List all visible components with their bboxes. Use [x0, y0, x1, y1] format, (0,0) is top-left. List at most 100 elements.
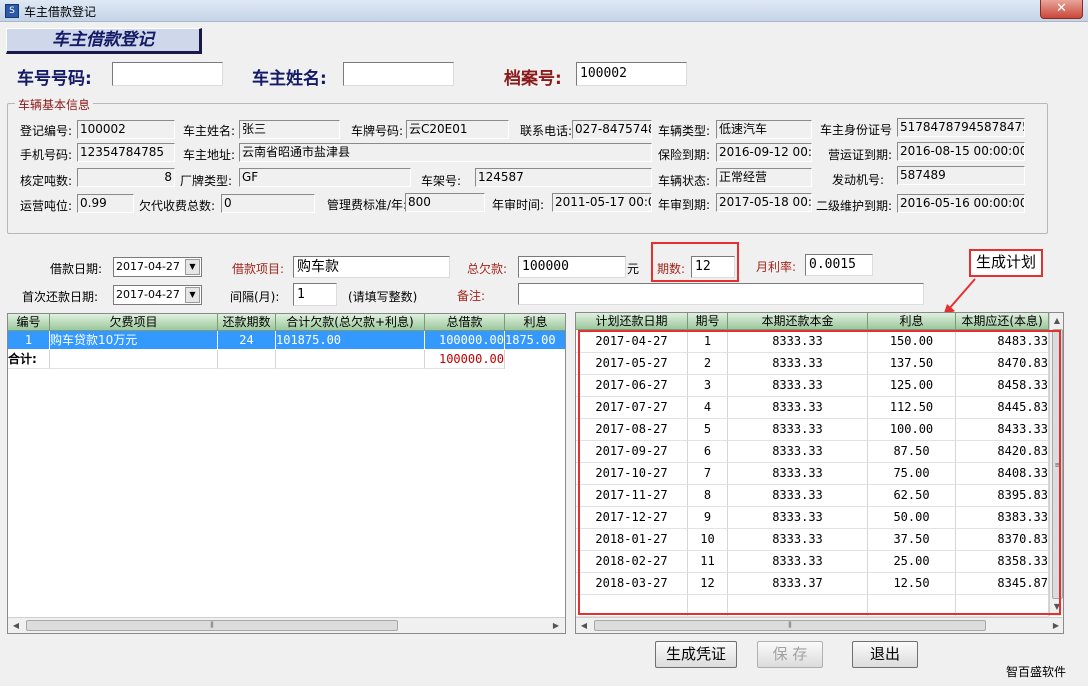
plan-header-period[interactable]: 期号: [688, 313, 728, 330]
table-row[interactable]: 2018-01-27 10 8333.33 37.50 8370.83: [576, 529, 1049, 551]
reg-no-label: 登记编号:: [20, 124, 73, 138]
table-row[interactable]: 2017-04-27 1 8333.33 150.00 8483.33: [576, 331, 1049, 353]
generate-plan-button[interactable]: 生成计划: [969, 249, 1043, 277]
owner-name-field[interactable]: 张三: [239, 120, 340, 139]
plan-grid-vscroll[interactable]: ▲ ≡ ▼: [1049, 313, 1063, 616]
rate-input[interactable]: 0.0015: [805, 254, 873, 276]
scroll-thumb[interactable]: ⫼: [594, 620, 986, 631]
table-row[interactable]: 2017-08-27 5 8333.33 100.00 8433.33: [576, 419, 1049, 441]
mgmt-label: 管理费标准/年:: [327, 198, 408, 212]
loan-item-input[interactable]: 购车款: [293, 256, 450, 278]
generate-voucher-button[interactable]: 生成凭证: [655, 641, 737, 668]
plan-cell-principal: 8333.33: [728, 353, 868, 375]
mobile-field[interactable]: 12354784785: [77, 143, 175, 162]
periods-input[interactable]: 12: [691, 256, 735, 278]
total-debt-input[interactable]: 100000: [518, 256, 626, 278]
plan-cell-period: 1: [688, 331, 728, 353]
scroll-down-icon[interactable]: ▼: [1051, 601, 1063, 613]
table-row[interactable]: 2017-06-27 3 8333.33 125.00 8458.33: [576, 375, 1049, 397]
scroll-left-icon[interactable]: ◀: [10, 620, 22, 632]
interval-input[interactable]: 1: [293, 283, 337, 306]
file-no-label: 档案号:: [504, 69, 562, 89]
table-row[interactable]: 2018-03-27 12 8333.37 12.50 8345.87: [576, 573, 1049, 595]
table-row[interactable]: 2018-02-27 11 8333.33 25.00 8358.33: [576, 551, 1049, 573]
file-no-input[interactable]: 100002: [576, 62, 687, 86]
brand-field[interactable]: GF: [239, 168, 411, 187]
status-field[interactable]: 正常经营: [716, 168, 812, 187]
page-title: 车主借款登记: [6, 28, 202, 54]
plan-cell-due: 8445.83: [956, 397, 1049, 419]
window-title: 车主借款登记: [24, 5, 97, 19]
scroll-left-icon[interactable]: ◀: [578, 620, 590, 632]
plan-cell-period: 12: [688, 573, 728, 595]
permit-field[interactable]: 2016-08-15 00:00:00: [897, 142, 1025, 161]
annual-field[interactable]: 2011-05-17 00:00: [552, 193, 652, 212]
owner-search-label: 车主姓名:: [252, 69, 327, 89]
first-date-picker[interactable]: 2017-04-27 ▼: [113, 285, 202, 305]
fee-label: 欠代收费总数:: [139, 199, 216, 213]
scroll-thumb[interactable]: ⫼: [26, 620, 398, 631]
left-grid-hscroll[interactable]: ◀ ⫼ ▶: [8, 617, 565, 633]
grid-header-total-loan[interactable]: 总借款: [425, 314, 505, 331]
grid-header-periods[interactable]: 还款期数: [218, 314, 276, 331]
plate-search-input[interactable]: [112, 62, 223, 86]
exit-button[interactable]: 退出: [852, 641, 918, 668]
insurance-field[interactable]: 2016-09-12 00:0: [716, 143, 812, 162]
plan-cell-due: 8470.83: [956, 353, 1049, 375]
chevron-down-icon[interactable]: ▼: [185, 259, 200, 275]
id-field[interactable]: 517847879458784758: [897, 118, 1025, 137]
scroll-right-icon[interactable]: ▶: [550, 620, 562, 632]
brand-label: 厂牌类型:: [180, 174, 233, 188]
grid-header-total-debt[interactable]: 合计欠款(总欠款+利息): [276, 314, 425, 331]
chevron-down-icon[interactable]: ▼: [185, 287, 200, 303]
vehicle-type-field[interactable]: 低速汽车: [716, 120, 812, 139]
loan-date-picker[interactable]: 2017-04-27 ▼: [113, 257, 202, 277]
reg-no-field[interactable]: 100002: [77, 120, 175, 139]
note-input[interactable]: [518, 283, 924, 305]
table-row[interactable]: 1 购车贷款10万元 24 101875.00 100000.00 1875.0…: [8, 331, 565, 350]
plan-cell-period: 3: [688, 375, 728, 397]
table-row[interactable]: 2017-11-27 8 8333.33 62.50 8395.83: [576, 485, 1049, 507]
plan-header-principal[interactable]: 本期还款本金: [728, 313, 868, 330]
address-field[interactable]: 云南省昭通市盐津县: [239, 143, 652, 162]
scroll-up-icon[interactable]: ▲: [1051, 315, 1063, 327]
plan-cell-due: 8433.33: [956, 419, 1049, 441]
table-row[interactable]: 2017-10-27 7 8333.33 75.00 8408.33: [576, 463, 1049, 485]
owner-name-label: 车主姓名:: [183, 124, 236, 138]
grid-header-no[interactable]: 编号: [8, 314, 50, 331]
close-button[interactable]: ✕: [1040, 0, 1083, 19]
grid-header-item[interactable]: 欠费项目: [50, 314, 218, 331]
plan-cell-empty: [956, 595, 1049, 617]
fee-field[interactable]: 0: [221, 194, 315, 213]
scroll-right-icon[interactable]: ▶: [1050, 620, 1062, 632]
plan-header-date[interactable]: 计划还款日期: [576, 313, 688, 330]
save-button[interactable]: 保 存: [757, 641, 823, 668]
mgmt-field[interactable]: 800: [405, 193, 485, 212]
table-row[interactable]: 2017-07-27 4 8333.33 112.50 8445.83: [576, 397, 1049, 419]
table-row[interactable]: 2017-12-27 9 8333.33 50.00 8383.33: [576, 507, 1049, 529]
plan-cell-date: 2017-11-27: [576, 485, 688, 507]
engine-field[interactable]: 587489: [897, 166, 1025, 185]
maint-field[interactable]: 2016-05-16 00:00:00: [897, 194, 1025, 213]
plan-cell-date: 2017-07-27: [576, 397, 688, 419]
plate-field[interactable]: 云C20E01: [406, 120, 509, 139]
table-row[interactable]: 2017-05-27 2 8333.33 137.50 8470.83: [576, 353, 1049, 375]
annual-due-field[interactable]: 2017-05-18 00:0: [716, 193, 812, 212]
cell-interest: 1875.00: [505, 331, 565, 350]
plan-cell-interest: 137.50: [868, 353, 956, 375]
owner-search-input[interactable]: [343, 62, 454, 86]
op-ton-field[interactable]: 0.99: [77, 194, 134, 213]
scroll-thumb[interactable]: ≡: [1052, 329, 1063, 599]
plan-header-due[interactable]: 本期应还(本息): [956, 313, 1049, 330]
frame-field[interactable]: 124587: [475, 168, 652, 187]
table-row[interactable]: 2017-09-27 6 8333.33 87.50 8420.83: [576, 441, 1049, 463]
plan-cell-empty: [868, 595, 956, 617]
note-label: 备注:: [457, 289, 486, 303]
plan-cell-interest: 25.00: [868, 551, 956, 573]
plan-cell-due: 8408.33: [956, 463, 1049, 485]
plan-grid-hscroll[interactable]: ◀ ⫼ ▶: [576, 617, 1063, 633]
grid-header-interest[interactable]: 利息: [505, 314, 565, 331]
phone-field[interactable]: 027-8475748: [572, 120, 652, 139]
tonnage-field[interactable]: 8: [77, 168, 175, 187]
plan-header-interest[interactable]: 利息: [868, 313, 956, 330]
